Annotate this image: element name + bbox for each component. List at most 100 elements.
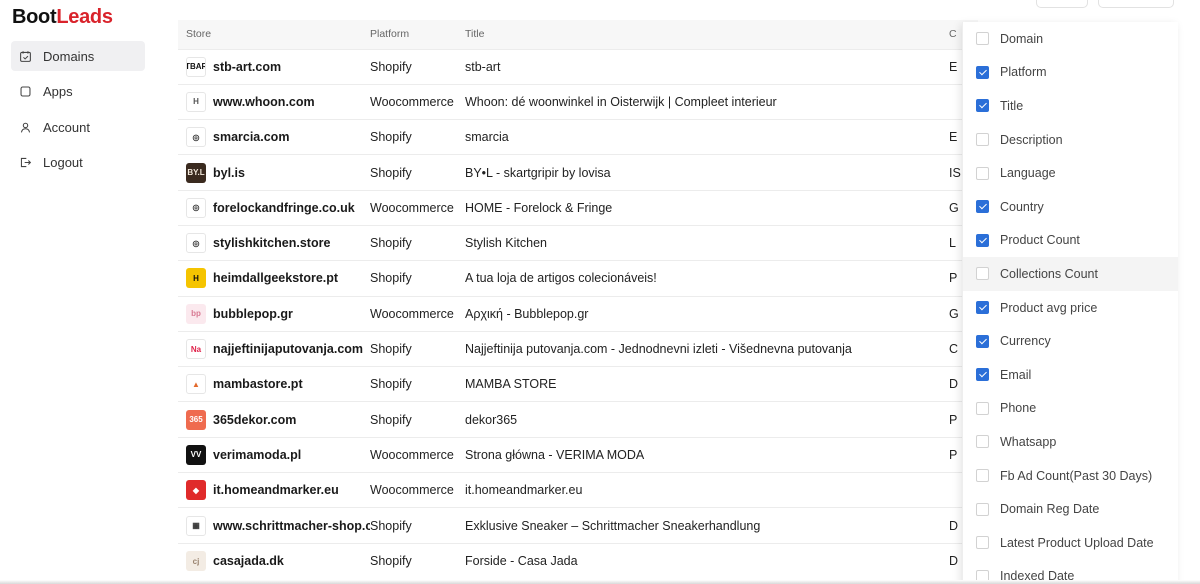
column-option[interactable]: Product Count (963, 224, 1178, 258)
store-link[interactable]: 365dekor.com (213, 413, 296, 427)
store-link[interactable]: byl.is (213, 166, 245, 180)
column-option-label: Country (1000, 199, 1044, 214)
column-header-store[interactable]: Store (178, 20, 370, 49)
column-option[interactable]: Country (963, 190, 1178, 224)
table-row[interactable]: cj casajada.dk Shopify Forside - Casa Jada D (178, 542, 978, 579)
store-link[interactable]: smarcia.com (213, 130, 289, 144)
column-option-label: Product avg price (1000, 300, 1098, 315)
store-link[interactable]: it.homeandmarker.eu (213, 483, 339, 497)
column-option[interactable]: Latest Product Upload Date (963, 526, 1178, 560)
column-option-checkbox[interactable] (976, 435, 989, 449)
apps-icon (20, 86, 31, 97)
column-option[interactable]: Domain Reg Date (963, 492, 1178, 526)
toolbar-button[interactable] (1036, 0, 1088, 8)
platform-cell: Shopify (370, 366, 465, 402)
title-cell: smarcia (465, 119, 949, 155)
store-link[interactable]: www.schrittmacher-shop.com (213, 519, 370, 533)
store-link[interactable]: forelockandfringe.co.uk (213, 201, 355, 215)
store-link[interactable]: stylishkitchen.store (213, 236, 330, 250)
column-option[interactable]: Fb Ad Count(Past 30 Days) (963, 459, 1178, 493)
column-option-checkbox[interactable] (976, 502, 989, 516)
column-option-label: Title (1000, 98, 1024, 113)
table-row[interactable]: Na najjeftinijaputovanja.com Shopify Najjef… (178, 330, 978, 367)
title-cell: A tua loja de artigos colecionáveis! (465, 260, 949, 297)
store-cell: ▦ www.schrittmacher-shop.com (178, 507, 370, 544)
logout-icon (20, 157, 32, 168)
column-option-checkbox[interactable] (976, 200, 989, 214)
store-favicon-icon: Na (186, 339, 206, 360)
column-option[interactable]: Language (963, 156, 1178, 190)
column-option[interactable]: Description (963, 123, 1178, 157)
store-cell: ◎ stylishkitchen.store (178, 224, 370, 261)
store-link[interactable]: heimdallgeekstore.pt (213, 271, 338, 285)
bottom-edge (0, 580, 1200, 584)
store-link[interactable]: verimamoda.pl (213, 448, 301, 462)
table-row[interactable]: ▲ mambastore.pt Shopify MAMBA STORE D (178, 366, 978, 402)
title-cell: HOME - Forelock & Fringe (465, 189, 949, 226)
column-option-checkbox[interactable] (976, 166, 989, 180)
store-link[interactable]: mambastore.pt (213, 377, 303, 391)
title-cell: Αρχική - Bubblepop.gr (465, 295, 949, 332)
table-row[interactable]: STBARTstb-art.comShopifystb-artE (178, 48, 978, 85)
column-option-checkbox[interactable] (976, 32, 989, 46)
table-row[interactable]: 365 365dekor.com Shopify dekor365 P (178, 401, 978, 438)
column-option[interactable]: Collections Count (963, 257, 1178, 291)
column-option-checkbox[interactable] (976, 233, 989, 247)
platform-cell: Shopify (370, 119, 465, 155)
column-option-checkbox[interactable] (976, 267, 989, 281)
table-row[interactable]: BY.L byl.is Shopify BY•L - skartgripir by l… (178, 154, 978, 191)
column-option-checkbox[interactable] (976, 133, 989, 147)
column-option[interactable]: Product avg price (963, 291, 1178, 325)
sidebar-item-logout[interactable]: Logout (11, 148, 145, 178)
column-option-checkbox[interactable] (976, 65, 989, 79)
store-cell: 365 365dekor.com (178, 401, 370, 438)
sidebar-item-apps[interactable]: Apps (11, 77, 145, 107)
column-option[interactable]: Title (963, 89, 1178, 123)
column-header-platform[interactable]: Platform (370, 20, 465, 49)
column-option[interactable]: Phone (963, 392, 1178, 426)
platform-cell: Shopify (370, 542, 465, 579)
table-row[interactable]: Hheimdallgeekstore.pt Shopify A tua loja d… (178, 260, 978, 297)
store-link[interactable]: stb-art.com (213, 60, 281, 74)
column-option[interactable]: Domain (963, 22, 1178, 56)
table-row[interactable]: ◆ it.homeandmarker.eu Woocommerce it.homean… (178, 472, 978, 508)
column-option-checkbox[interactable] (976, 401, 989, 415)
table-row[interactable]: ◎ smarcia.com Shopify smarcia E (178, 119, 978, 155)
column-option-label: Fb Ad Count(Past 30 Days) (1000, 468, 1153, 483)
table-row[interactable]: VV verimamoda.pl Woocommerce Strona główna … (178, 436, 978, 473)
table-row[interactable]: bp bubblepop.gr Woocommerce Αρχική - Bubble… (178, 295, 978, 332)
column-option-checkbox[interactable] (976, 536, 989, 550)
column-option[interactable]: Whatsapp (963, 425, 1178, 459)
brand-name-part2: Leads (56, 6, 113, 28)
title-cell: Whoon: dé woonwinkel in Oisterwijk | Com… (465, 83, 949, 120)
user-icon (20, 122, 31, 132)
store-link[interactable]: bubblepop.gr (213, 307, 293, 321)
store-link[interactable]: www.whoon.com (213, 95, 315, 109)
table-row[interactable]: Hwww.whoon.com Woocommerce Whoon: dé woonw… (178, 83, 978, 120)
store-favicon-icon: 365 (186, 409, 206, 430)
column-option-checkbox[interactable] (976, 301, 989, 315)
store-favicon-icon: BY.L (186, 162, 206, 183)
columns-button[interactable] (1098, 0, 1174, 8)
column-option-checkbox[interactable] (976, 368, 989, 382)
column-option-checkbox[interactable] (976, 469, 989, 483)
title-cell: Najjeftinija putovanja.com - Jednodnevni… (465, 330, 949, 367)
sidebar-item-domains[interactable]: Domains (11, 41, 145, 71)
brand-logo[interactable]: BootLeads (12, 6, 113, 29)
column-option[interactable]: Email (963, 358, 1178, 392)
store-link[interactable]: najjeftinijaputovanja.com (213, 342, 363, 356)
store-cell: bp bubblepop.gr (178, 295, 370, 332)
table-row[interactable]: ◎ forelockandfringe.co.uk Woocommerce HOME … (178, 189, 978, 226)
store-favicon-icon: STBART (186, 56, 206, 77)
column-option[interactable]: Platform (963, 56, 1178, 90)
sidebar-item-account[interactable]: Account (11, 112, 145, 142)
table-row[interactable]: ▦ www.schrittmacher-shop.comShopifyExklus… (178, 507, 978, 544)
table-row[interactable]: ◎ stylishkitchen.store Shopify Stylish Kitc… (178, 224, 978, 261)
column-option-label: Email (1000, 367, 1032, 382)
column-option-checkbox[interactable] (976, 99, 989, 113)
column-option-checkbox[interactable] (976, 334, 989, 348)
store-favicon-icon: bp (186, 303, 206, 324)
column-option[interactable]: Currency (963, 324, 1178, 358)
column-header-title[interactable]: Title (465, 20, 949, 49)
store-link[interactable]: casajada.dk (213, 554, 284, 568)
